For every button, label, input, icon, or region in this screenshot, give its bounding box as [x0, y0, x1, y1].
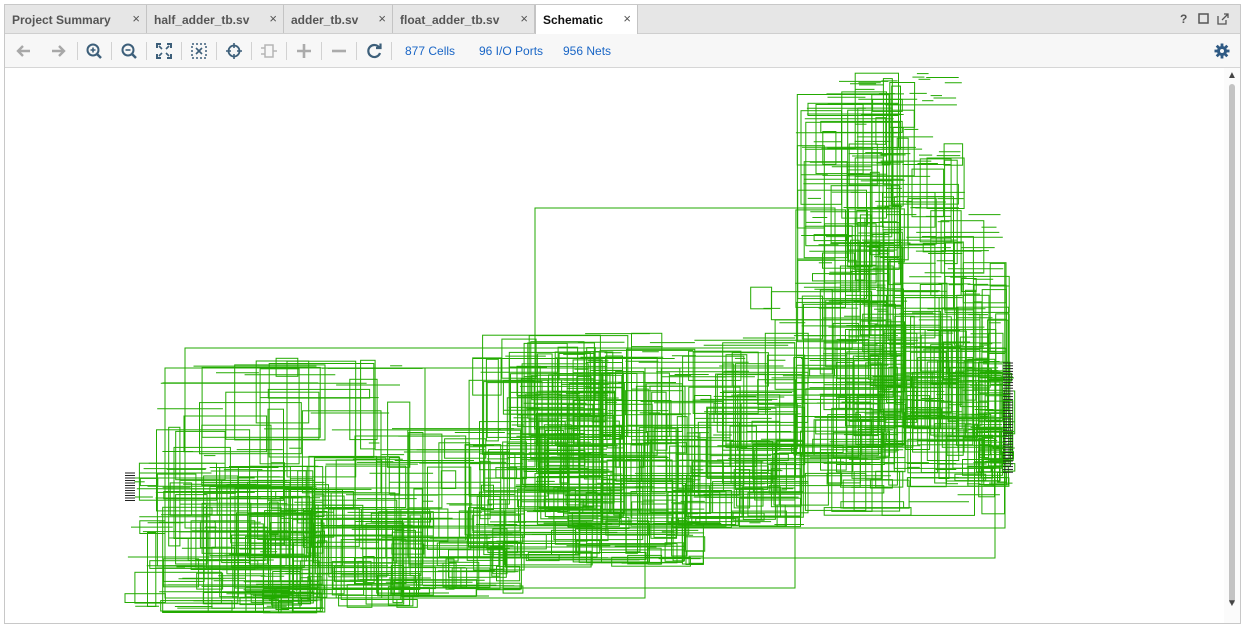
select-target-icon[interactable]	[223, 40, 245, 62]
schematic-wires	[124, 72, 1016, 614]
tab-adder-tb[interactable]: adder_tb.sv ×	[284, 5, 393, 33]
zoom-fit-icon[interactable]	[153, 40, 175, 62]
refresh-icon[interactable]	[363, 40, 385, 62]
toolbar-separator	[146, 42, 147, 60]
nets-count-link[interactable]: 956 Nets	[563, 44, 611, 58]
zoom-out-icon[interactable]	[118, 40, 140, 62]
cells-count-link[interactable]: 877 Cells	[405, 44, 455, 58]
close-icon[interactable]: ×	[623, 12, 631, 26]
tab-label: Project Summary	[12, 13, 111, 27]
schematic-canvas[interactable]	[5, 68, 1223, 623]
schematic-window: Project Summary × half_adder_tb.sv × add…	[4, 4, 1241, 624]
scroll-up-icon[interactable]: ▲	[1227, 70, 1237, 81]
toolbar-separator	[251, 42, 252, 60]
help-icon[interactable]: ?	[1180, 12, 1187, 26]
maximize-icon[interactable]	[1198, 13, 1209, 27]
io-ports-count-link[interactable]: 96 I/O Ports	[479, 44, 543, 58]
toolbar-separator	[286, 42, 287, 60]
toolbar-separator	[356, 42, 357, 60]
gear-icon[interactable]	[1211, 40, 1233, 62]
tab-schematic[interactable]: Schematic ×	[535, 5, 638, 34]
toolbar: 877 Cells 96 I/O Ports 956 Nets	[5, 34, 1240, 68]
toolbar-separator	[111, 42, 112, 60]
toolbar-separator	[391, 42, 392, 60]
close-icon[interactable]: ×	[378, 12, 386, 26]
schematic-netlist-drawing[interactable]	[5, 68, 1223, 623]
tab-project-summary[interactable]: Project Summary ×	[5, 5, 147, 33]
scroll-down-icon[interactable]: ▼	[1227, 598, 1237, 609]
toolbar-separator	[216, 42, 217, 60]
tab-bar: Project Summary × half_adder_tb.sv × add…	[5, 5, 1240, 34]
zoom-area-icon[interactable]	[188, 40, 210, 62]
forward-arrow-icon[interactable]	[47, 40, 69, 62]
zoom-in-icon[interactable]	[83, 40, 105, 62]
back-arrow-icon[interactable]	[13, 40, 35, 62]
tab-half-adder-tb[interactable]: half_adder_tb.sv ×	[147, 5, 284, 33]
close-icon[interactable]: ×	[520, 12, 528, 26]
cell-icon[interactable]	[258, 40, 280, 62]
float-icon[interactable]	[1217, 13, 1229, 28]
tab-label: adder_tb.sv	[291, 13, 359, 27]
toolbar-separator	[77, 42, 78, 60]
close-icon[interactable]: ×	[269, 12, 277, 26]
toolbar-separator	[181, 42, 182, 60]
close-icon[interactable]: ×	[132, 12, 140, 26]
collapse-minus-icon[interactable]	[328, 40, 350, 62]
toolbar-separator	[321, 42, 322, 60]
expand-plus-icon[interactable]	[293, 40, 315, 62]
tab-label: float_adder_tb.sv	[400, 13, 500, 27]
tab-label: half_adder_tb.sv	[154, 13, 250, 27]
tab-float-adder-tb[interactable]: float_adder_tb.sv ×	[393, 5, 535, 33]
vertical-scrollbar[interactable]: ▲ ▼	[1224, 68, 1240, 623]
tab-label: Schematic	[543, 13, 604, 27]
scrollbar-thumb[interactable]	[1229, 84, 1235, 604]
